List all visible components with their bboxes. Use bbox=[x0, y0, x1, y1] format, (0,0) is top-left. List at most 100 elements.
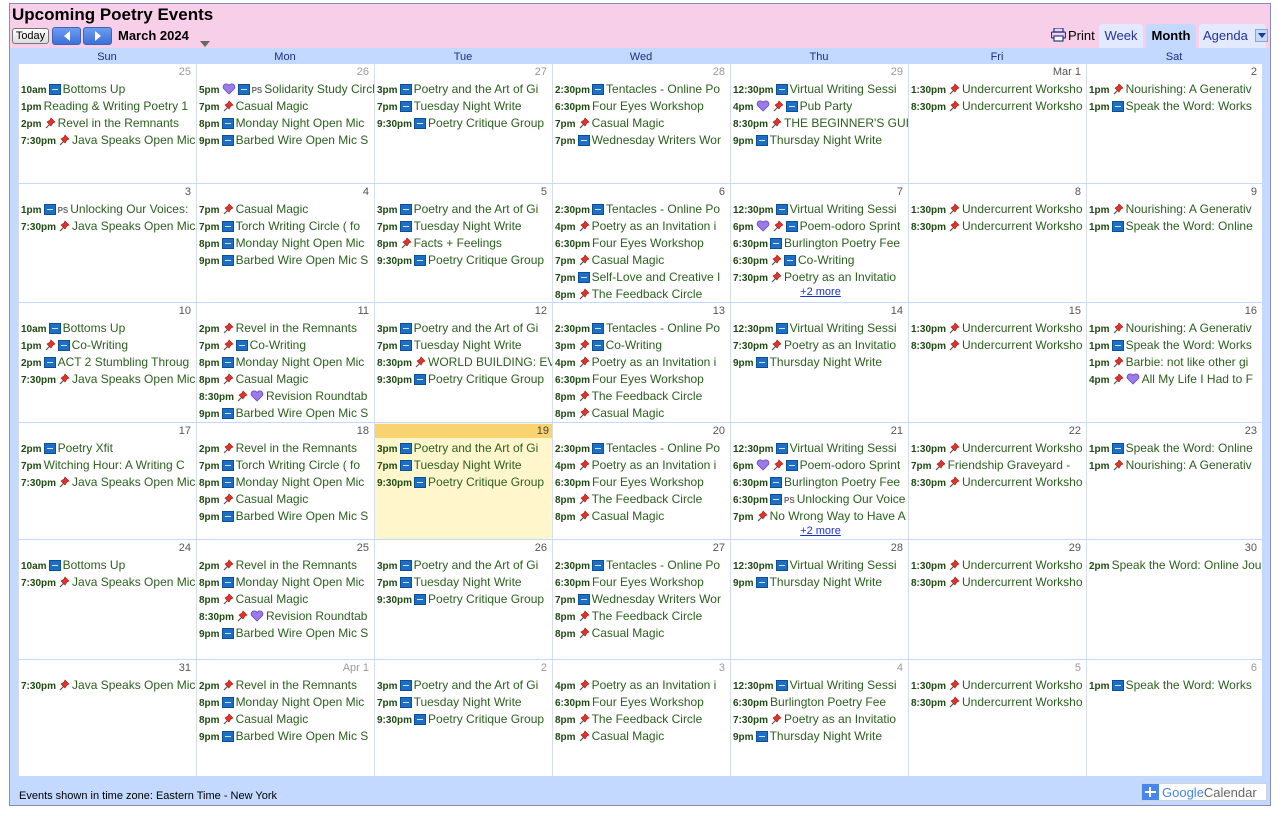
view-options-dropdown[interactable] bbox=[1255, 29, 1268, 42]
event-item[interactable]: 4pm Poetry as an Invitation i bbox=[555, 457, 730, 474]
event-item[interactable]: 8:30pm Revision Roundtab bbox=[199, 608, 374, 625]
day-cell[interactable]: 5 1:30pm Undercurrent Worksho 8:30pm Undercu… bbox=[908, 660, 1086, 777]
day-cell[interactable]: 28 12:30pm Virtual Writing Sessi 9pm Thursda… bbox=[730, 540, 908, 660]
event-item[interactable]: 7:30pm Java Speaks Open Mic bbox=[21, 677, 196, 694]
event-item[interactable]: 9:30pm Poetry Critique Group bbox=[377, 115, 552, 132]
event-item[interactable]: 8pm Monday Night Open Mic bbox=[199, 235, 374, 252]
event-item[interactable]: 7:30pm Poetry as an Invitatio bbox=[733, 269, 908, 286]
day-number[interactable]: 22 bbox=[1065, 424, 1083, 438]
day-cell[interactable]: 2 3pm Poetry and the Art of Gi 7pm Tuesday N… bbox=[374, 660, 552, 777]
event-item[interactable]: 12:30pm Virtual Writing Sessi bbox=[733, 557, 908, 574]
event-item[interactable]: 7pm Co-Writing bbox=[199, 337, 374, 354]
event-item[interactable]: 9pm Barbed Wire Open Mic S bbox=[199, 132, 374, 149]
event-item[interactable]: 8pm Casual Magic bbox=[555, 625, 730, 642]
day-cell[interactable]: 9 1pm Nourishing: A Generativ 1pm Speak the … bbox=[1086, 184, 1262, 303]
day-number[interactable]: 12 bbox=[531, 304, 549, 318]
event-item[interactable]: 6pm Poem-odoro Sprint bbox=[733, 457, 908, 474]
event-item[interactable]: 12:30pm Virtual Writing Sessi bbox=[733, 320, 908, 337]
event-item[interactable]: 9:30pm Poetry Critique Group bbox=[377, 711, 552, 728]
day-number[interactable]: 9 bbox=[1247, 185, 1259, 199]
event-item[interactable]: 2pm Revel in the Remnants bbox=[21, 115, 196, 132]
day-number[interactable]: 25 bbox=[175, 65, 193, 79]
event-item[interactable]: 8:30pm THE BEGINNER'S GUI bbox=[733, 115, 908, 132]
event-item[interactable]: 1pm Speak the Word: Works bbox=[1089, 98, 1262, 115]
day-cell[interactable]: 30 2pm Speak the Word: Online Jou bbox=[1086, 540, 1262, 660]
google-calendar-badge[interactable]: GoogleCalendar bbox=[1141, 783, 1267, 801]
event-item[interactable]: 7pm Torch Writing Circle ( fo bbox=[199, 218, 374, 235]
event-item[interactable]: 4pm All My Life I Had to F bbox=[1089, 371, 1262, 388]
event-item[interactable]: 6:30pm Four Eyes Workshop bbox=[555, 574, 730, 591]
event-item[interactable]: 7pm Tuesday Night Write bbox=[377, 98, 552, 115]
event-item[interactable]: 12:30pm Virtual Writing Sessi bbox=[733, 677, 908, 694]
event-item[interactable]: 1pm PS Unlocking Our Voices: bbox=[21, 201, 196, 218]
day-cell[interactable]: 8 1:30pm Undercurrent Worksho 8:30pm Undercu… bbox=[908, 184, 1086, 303]
day-number[interactable]: 20 bbox=[709, 424, 727, 438]
day-number[interactable]: 3 bbox=[181, 185, 193, 199]
day-number[interactable]: 25 bbox=[353, 541, 371, 555]
event-item[interactable]: 1:30pm Undercurrent Worksho bbox=[911, 320, 1086, 337]
day-cell[interactable]: 3 1pm PS Unlocking Our Voices: 7:30pm Java Sp… bbox=[18, 184, 196, 303]
event-item[interactable]: 7pm Casual Magic bbox=[555, 115, 730, 132]
event-item[interactable]: 2:30pm Tentacles - Online Po bbox=[555, 81, 730, 98]
day-number[interactable]: 11 bbox=[354, 304, 371, 318]
day-number[interactable]: 8 bbox=[1071, 185, 1083, 199]
day-number[interactable]: 24 bbox=[175, 541, 193, 555]
event-item[interactable]: 1pm Barbie: not like other gi bbox=[1089, 354, 1262, 371]
event-item[interactable]: 7:30pm Java Speaks Open Mic bbox=[21, 371, 196, 388]
event-item[interactable]: 2pm Revel in the Remnants bbox=[199, 557, 374, 574]
event-item[interactable]: 1:30pm Undercurrent Worksho bbox=[911, 677, 1086, 694]
event-item[interactable]: 4pm Pub Party bbox=[733, 98, 908, 115]
previous-month-button[interactable] bbox=[52, 27, 81, 45]
event-item[interactable]: 8pm Casual Magic bbox=[199, 591, 374, 608]
event-item[interactable]: 1pm Nourishing: A Generativ bbox=[1089, 320, 1262, 337]
day-cell[interactable]: 10 10am Bottoms Up 1pm Co-Writing 2pm ACT 2 St… bbox=[18, 303, 196, 423]
event-item[interactable]: 3pm Poetry and the Art of Gi bbox=[377, 440, 552, 457]
day-cell[interactable]: 24 10am Bottoms Up 7:30pm Java Speaks Open M… bbox=[18, 540, 196, 660]
event-item[interactable]: 1:30pm Undercurrent Worksho bbox=[911, 81, 1086, 98]
event-item[interactable]: 2:30pm Tentacles - Online Po bbox=[555, 201, 730, 218]
day-cell[interactable]: 29 1:30pm Undercurrent Worksho 8:30pm Underc… bbox=[908, 540, 1086, 660]
event-item[interactable]: 7pm Tuesday Night Write bbox=[377, 337, 552, 354]
day-cell[interactable]: 23 1pm Speak the Word: Online 1pm Nourishing… bbox=[1086, 423, 1262, 540]
event-item[interactable]: 3pm Co-Writing bbox=[555, 337, 730, 354]
day-number[interactable]: 26 bbox=[353, 65, 371, 79]
event-item[interactable]: 6:30pm Burlington Poetry Fee bbox=[733, 235, 908, 252]
day-number[interactable]: 10 bbox=[175, 304, 193, 318]
more-events-link[interactable]: +2 more bbox=[733, 525, 908, 538]
event-item[interactable]: 2pm Revel in the Remnants bbox=[199, 320, 374, 337]
event-item[interactable]: 9pm Barbed Wire Open Mic S bbox=[199, 508, 374, 525]
day-cell[interactable]: 20 2:30pm Tentacles - Online Po 4pm Poetry a… bbox=[552, 423, 730, 540]
day-cell[interactable]: 6 2:30pm Tentacles - Online Po 4pm Poetry as… bbox=[552, 184, 730, 303]
event-item[interactable]: 7pm Self-Love and Creative I bbox=[555, 269, 730, 286]
event-item[interactable]: 3pm Poetry and the Art of Gi bbox=[377, 557, 552, 574]
day-number[interactable]: 2 bbox=[1247, 65, 1259, 79]
event-item[interactable]: 9pm Thursday Night Write bbox=[733, 574, 908, 591]
event-item[interactable]: 8pm Casual Magic bbox=[199, 491, 374, 508]
event-item[interactable]: 7pm Witching Hour: A Writing C bbox=[21, 457, 196, 474]
event-item[interactable]: 7pm Wednesday Writers Wor bbox=[555, 132, 730, 149]
today-button[interactable]: Today bbox=[12, 28, 49, 44]
day-cell[interactable]: 28 2:30pm Tentacles - Online Po 6:30pm Four … bbox=[552, 64, 730, 184]
event-item[interactable]: 2pm ACT 2 Stumbling Throug bbox=[21, 354, 196, 371]
day-cell[interactable]: 2 1pm Nourishing: A Generativ 1pm Speak the … bbox=[1086, 64, 1262, 184]
event-item[interactable]: 9pm Thursday Night Write bbox=[733, 728, 908, 745]
event-item[interactable]: 7pm Casual Magic bbox=[199, 98, 374, 115]
day-cell[interactable]: 18 2pm Revel in the Remnants 7pm Torch Writi… bbox=[196, 423, 374, 540]
event-item[interactable]: 8:30pm Undercurrent Worksho bbox=[911, 474, 1086, 491]
event-item[interactable]: 6:30pm Four Eyes Workshop bbox=[555, 694, 730, 711]
day-number[interactable]: 7 bbox=[893, 185, 905, 199]
day-number[interactable]: 6 bbox=[1247, 661, 1259, 675]
event-item[interactable]: 12:30pm Virtual Writing Sessi bbox=[733, 201, 908, 218]
event-item[interactable]: 9:30pm Poetry Critique Group bbox=[377, 474, 552, 491]
day-cell[interactable]: 14 12:30pm Virtual Writing Sessi 7:30pm Poet… bbox=[730, 303, 908, 423]
event-item[interactable]: 9:30pm Poetry Critique Group bbox=[377, 371, 552, 388]
day-cell[interactable]: 21 12:30pm Virtual Writing Sessi 6pm Poem-od… bbox=[730, 423, 908, 540]
day-number[interactable]: 4 bbox=[359, 185, 371, 199]
event-item[interactable]: 1pm Co-Writing bbox=[21, 337, 196, 354]
event-item[interactable]: 8pm The Feedback Circle bbox=[555, 388, 730, 405]
event-item[interactable]: 8pm The Feedback Circle bbox=[555, 286, 730, 302]
event-item[interactable]: 12:30pm Virtual Writing Sessi bbox=[733, 81, 908, 98]
event-item[interactable]: 5pm PS Solidarity Study Circle bbox=[199, 81, 374, 98]
day-cell[interactable]: Mar 1 1:30pm Undercurrent Worksho 8:30pm Und… bbox=[908, 64, 1086, 184]
event-item[interactable]: 8pm Casual Magic bbox=[555, 508, 730, 525]
